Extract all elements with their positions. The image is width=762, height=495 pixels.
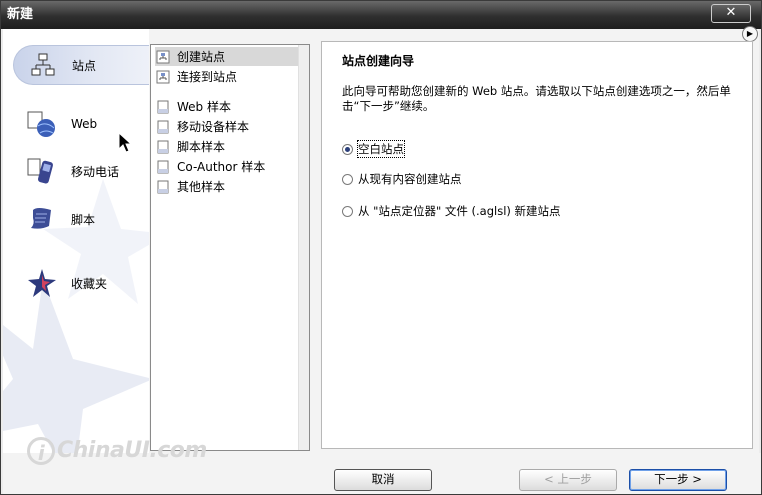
panel-description: 此向导可帮助您创建新的 Web 站点。请选取以下站点创建选项之一，然后单击“下一… <box>342 84 731 113</box>
script-scroll-icon <box>25 202 59 236</box>
mobile-phone-icon <box>25 154 59 188</box>
option-label: 空白站点 <box>357 140 405 158</box>
option-from-existing[interactable]: 从现有内容创建站点 <box>342 171 462 187</box>
cancel-button[interactable]: 取消 <box>334 469 432 491</box>
option-label: 从 "站点定位器" 文件 (.aglsl) 新建站点 <box>358 204 561 218</box>
list-item-label: Web 样本 <box>177 100 231 114</box>
sitemap-icon <box>26 48 60 82</box>
list-item-script-sample[interactable]: 脚本样本 <box>155 137 305 156</box>
list-item-coauthor-sample[interactable]: Co-Author 样本 <box>155 157 305 176</box>
nav-item-label: 收藏夹 <box>71 276 108 291</box>
nav-item-mobile[interactable]: 移动电话 <box>13 152 149 190</box>
document-icon <box>155 179 171 195</box>
web-globe-icon <box>25 107 59 141</box>
nav-item-label: Web <box>71 117 98 131</box>
watermark-logo: i ChinaUI.com <box>27 437 207 465</box>
close-button[interactable]: ✕ <box>711 4 751 23</box>
mouse-pointer-icon <box>118 132 132 153</box>
radio-button[interactable] <box>342 143 353 155</box>
radio-button[interactable] <box>342 205 353 217</box>
list-item-other-sample[interactable]: 其他样本 <box>155 177 305 196</box>
site-icon <box>155 49 171 65</box>
window-title: 新建 <box>7 7 34 22</box>
list-item-connect-site[interactable]: 连接到站点 <box>155 67 305 86</box>
list-item-web-sample[interactable]: Web 样本 <box>155 97 305 116</box>
nav-item-favorites[interactable]: 收藏夹 <box>13 264 149 302</box>
template-list[interactable]: 创建站点 连接到站点 Web 样本 移动设备样本 脚本样本 Co-Author … <box>150 44 310 451</box>
list-scrollbar[interactable] <box>298 45 309 450</box>
document-icon <box>155 159 171 175</box>
site-icon <box>155 69 171 85</box>
new-dialog: 新建 ✕ 站点 Web 移动电话 脚本 收藏夹 创建站点 连接到站点 Web 样… <box>0 0 762 495</box>
list-item-label: 连接到站点 <box>177 70 238 84</box>
list-item-create-site[interactable]: 创建站点 <box>155 47 305 66</box>
list-item-label: 创建站点 <box>177 50 226 64</box>
nav-item-label: 脚本 <box>71 212 96 227</box>
option-from-locator[interactable]: 从 "站点定位器" 文件 (.aglsl) 新建站点 <box>342 203 561 219</box>
list-item-label: 其他样本 <box>177 180 226 194</box>
close-icon[interactable]: ✕ <box>726 5 737 20</box>
star-background-icon <box>3 179 149 453</box>
option-label: 从现有内容创建站点 <box>358 172 462 186</box>
list-item-mobile-sample[interactable]: 移动设备样本 <box>155 117 305 136</box>
list-item-label: 移动设备样本 <box>177 120 250 134</box>
expand-arrow-icon[interactable]: ▶ <box>742 26 758 42</box>
watermark-mark: i <box>27 437 55 465</box>
next-button[interactable]: 下一步 > <box>629 469 727 491</box>
category-nav: 站点 Web 移动电话 脚本 收藏夹 <box>3 29 149 453</box>
watermark-text: ChinaUI.com <box>57 438 207 463</box>
document-icon <box>155 119 171 135</box>
list-item-label: Co-Author 样本 <box>177 160 266 174</box>
back-button[interactable]: < 上一步 <box>519 469 617 491</box>
panel-title: 站点创建向导 <box>342 54 415 68</box>
list-item-label: 脚本样本 <box>177 140 226 154</box>
nav-item-label: 站点 <box>72 58 97 73</box>
document-icon <box>155 99 171 115</box>
option-blank-site[interactable]: 空白站点 <box>342 140 405 158</box>
nav-item-label: 移动电话 <box>71 164 120 179</box>
document-icon <box>155 139 171 155</box>
favorites-star-icon <box>25 266 59 300</box>
radio-button[interactable] <box>342 173 353 185</box>
title-bar: 新建 ✕ <box>1 1 761 29</box>
nav-item-site[interactable]: 站点 <box>13 45 149 85</box>
dialog-body: 站点 Web 移动电话 脚本 收藏夹 创建站点 连接到站点 Web 样本 移动设… <box>3 26 761 494</box>
nav-item-script[interactable]: 脚本 <box>13 200 149 238</box>
wizard-panel: 站点创建向导 此向导可帮助您创建新的 Web 站点。请选取以下站点创建选项之一，… <box>321 41 753 449</box>
